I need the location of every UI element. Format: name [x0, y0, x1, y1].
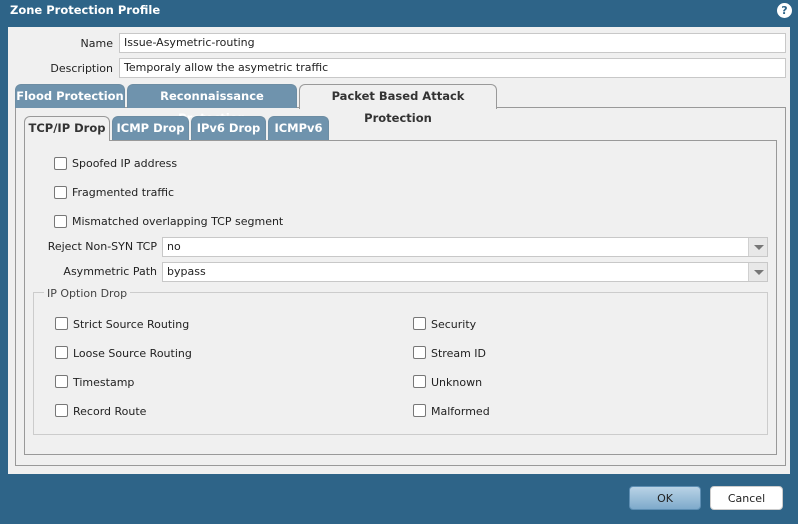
- timestamp-checkbox[interactable]: [55, 375, 68, 388]
- asymmetric-path-value: bypass: [167, 265, 206, 278]
- description-input[interactable]: Temporaly allow the asymetric traffic: [119, 58, 786, 78]
- spoofed-ip-label: Spoofed IP address: [72, 157, 178, 170]
- timestamp-label: Timestamp: [73, 376, 135, 389]
- name-input[interactable]: Issue-Asymetric-routing: [119, 33, 786, 53]
- stream-id-checkbox[interactable]: [413, 346, 426, 359]
- record-route-checkbox[interactable]: [55, 404, 68, 417]
- record-route-label: Record Route: [73, 405, 147, 418]
- tab-flood-protection[interactable]: Flood Protection: [15, 84, 125, 108]
- mismatched-tcp-label: Mismatched overlapping TCP segment: [72, 215, 284, 228]
- tab-reconnaissance-protection[interactable]: Reconnaissance Protection: [127, 84, 297, 125]
- fragmented-traffic-label: Fragmented traffic: [72, 186, 175, 199]
- strict-source-routing-label: Strict Source Routing: [73, 318, 190, 331]
- cancel-button[interactable]: Cancel: [710, 486, 783, 510]
- reject-non-syn-select[interactable]: no: [162, 237, 768, 257]
- security-checkbox[interactable]: [413, 317, 426, 330]
- tab-icmpv6[interactable]: ICMPv6: [268, 116, 329, 140]
- reject-non-syn-label: Reject Non-SYN TCP: [47, 240, 157, 253]
- ip-option-drop-legend: IP Option Drop: [44, 287, 131, 300]
- ok-button[interactable]: OK: [629, 486, 701, 510]
- tab-icmp-drop[interactable]: ICMP Drop: [112, 116, 189, 140]
- tab-packet-based-attack-protection[interactable]: Packet Based Attack Protection: [299, 84, 497, 125]
- dialog-title: Zone Protection Profile: [10, 3, 161, 17]
- malformed-checkbox[interactable]: [413, 404, 426, 417]
- tab-tcpip-drop[interactable]: TCP/IP Drop: [24, 116, 110, 141]
- reject-non-syn-value: no: [167, 240, 181, 253]
- security-label: Security: [431, 318, 477, 331]
- loose-source-routing-checkbox[interactable]: [55, 346, 68, 359]
- malformed-label: Malformed: [431, 405, 490, 418]
- chevron-down-icon[interactable]: [748, 238, 767, 256]
- tab-ipv6-drop[interactable]: IPv6 Drop: [191, 116, 266, 140]
- spoofed-ip-checkbox[interactable]: [54, 157, 67, 170]
- unknown-label: Unknown: [431, 376, 483, 389]
- loose-source-routing-label: Loose Source Routing: [73, 347, 192, 360]
- name-label: Name: [80, 37, 113, 50]
- stream-id-label: Stream ID: [431, 347, 487, 360]
- mismatched-tcp-checkbox[interactable]: [54, 215, 67, 228]
- asymmetric-path-label: Asymmetric Path: [63, 265, 157, 278]
- description-label: Description: [50, 62, 113, 75]
- strict-source-routing-checkbox[interactable]: [55, 317, 68, 330]
- asymmetric-path-select[interactable]: bypass: [162, 262, 768, 282]
- help-icon[interactable]: ?: [777, 3, 792, 18]
- fragmented-traffic-checkbox[interactable]: [54, 186, 67, 199]
- unknown-checkbox[interactable]: [413, 375, 426, 388]
- chevron-down-icon[interactable]: [748, 263, 767, 281]
